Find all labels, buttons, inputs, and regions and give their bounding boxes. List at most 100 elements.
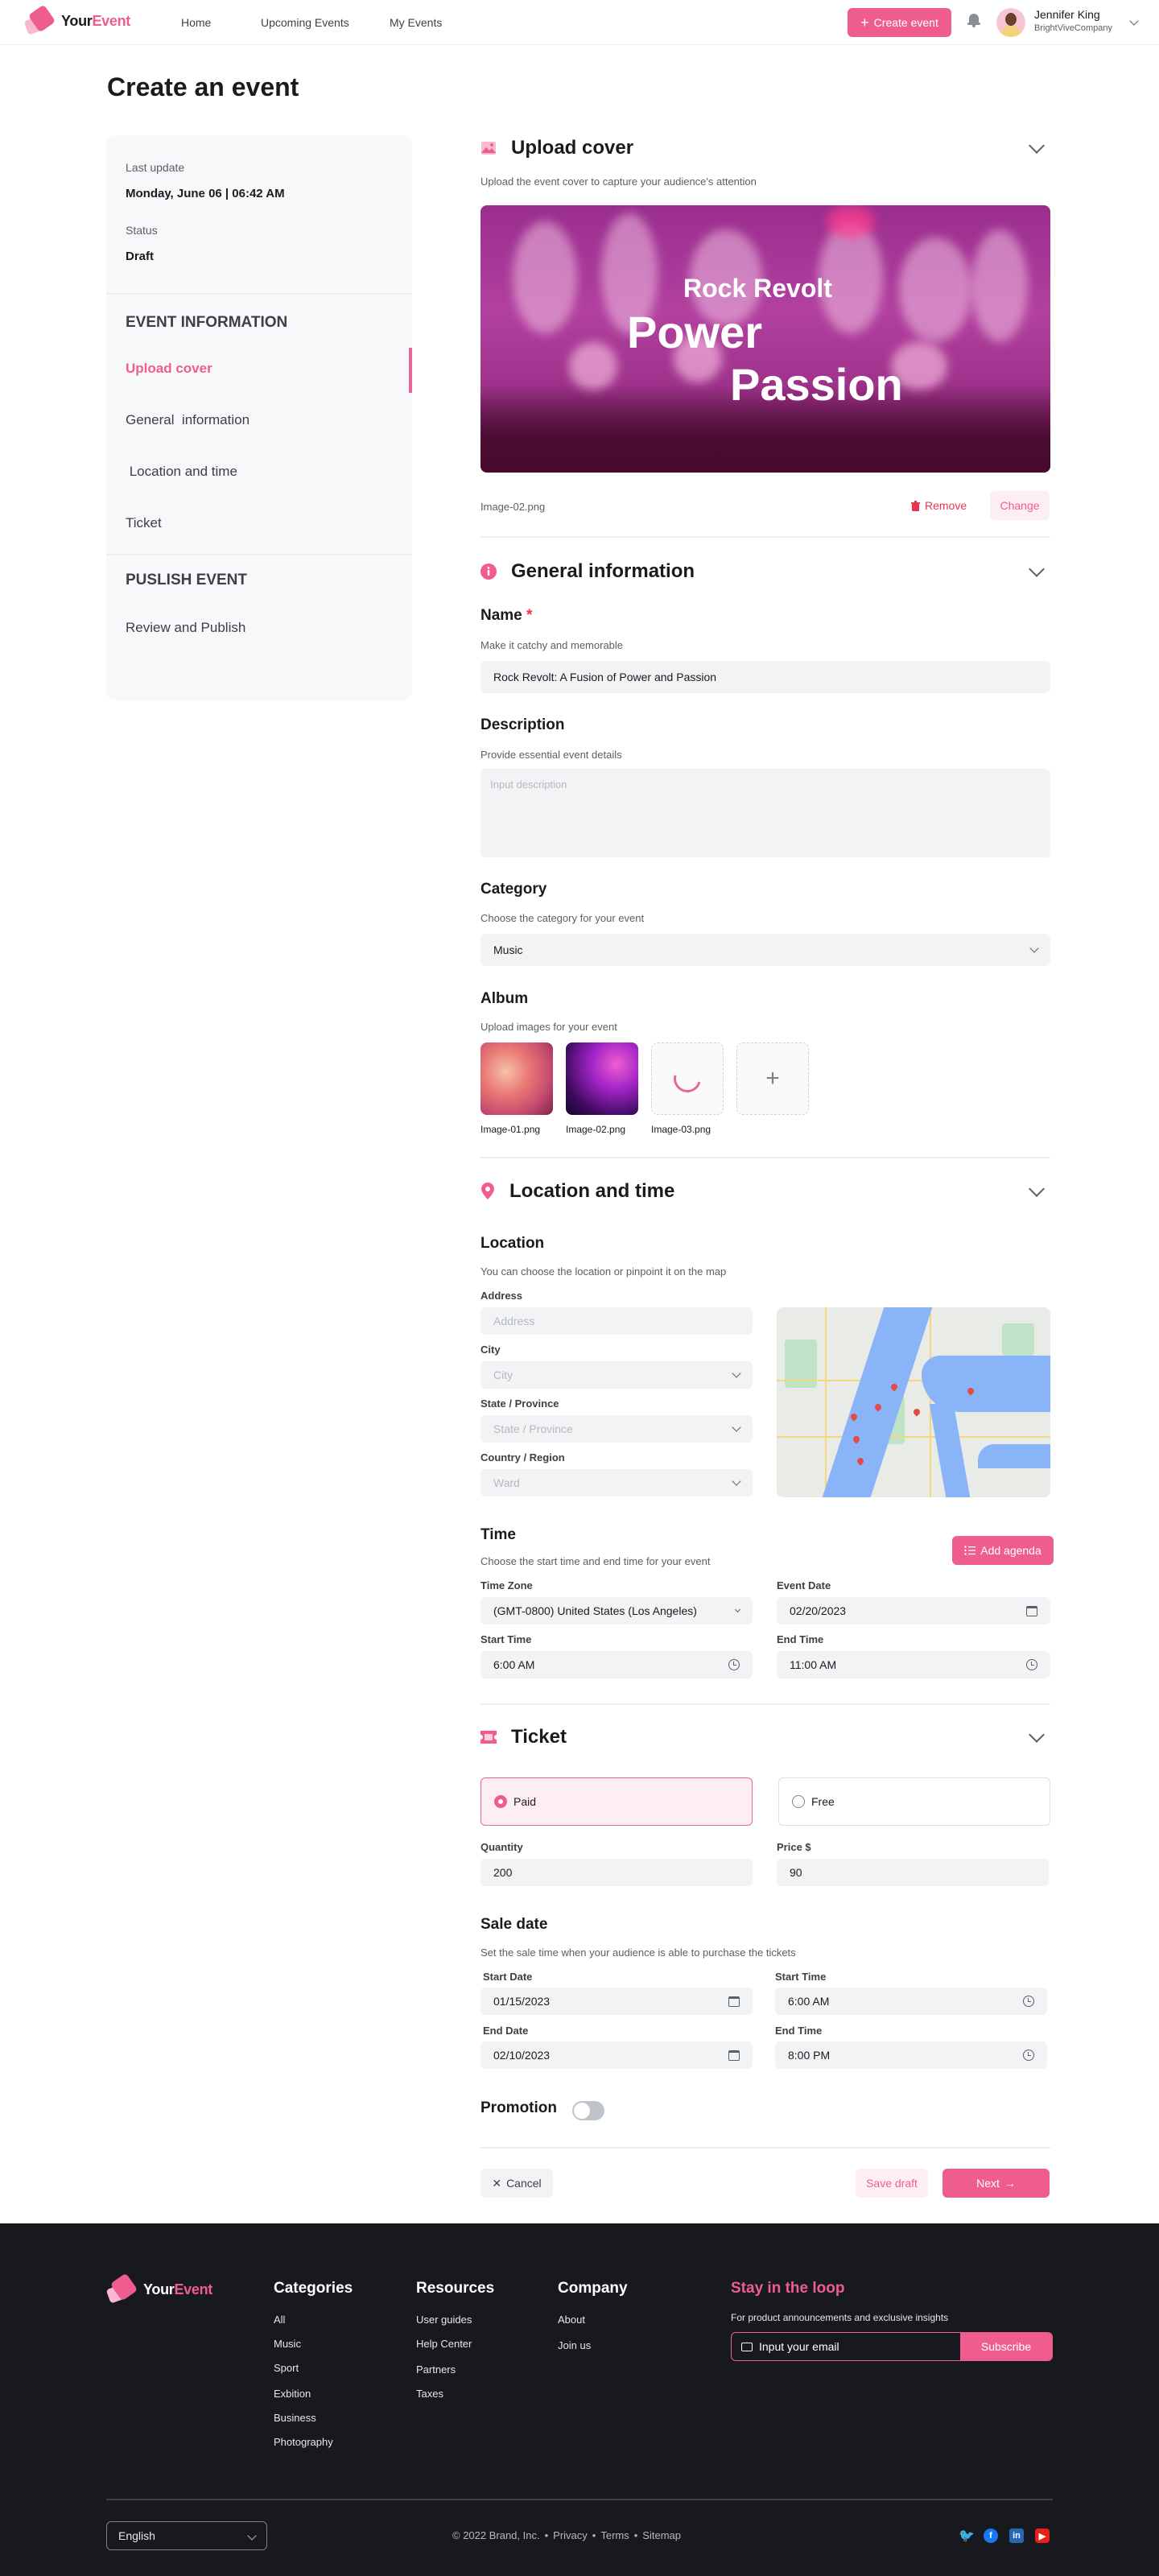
album-thumbnail[interactable] <box>566 1042 638 1115</box>
user-company: BrightViveCompany <box>1034 23 1113 33</box>
ticket-header[interactable]: Ticket <box>481 1723 1050 1752</box>
end-time-input[interactable]: 11:00 AM <box>777 1651 1050 1678</box>
chevron-down-icon[interactable] <box>1029 1181 1045 1197</box>
remove-button[interactable]: Remove <box>911 499 967 512</box>
avatar[interactable] <box>996 8 1025 37</box>
clock-icon[interactable] <box>728 1659 740 1670</box>
clock-icon[interactable] <box>1023 2050 1034 2061</box>
ticket-type-free[interactable]: Free <box>778 1777 1050 1826</box>
privacy-link[interactable]: Privacy <box>553 2529 588 2541</box>
change-button[interactable]: Change <box>990 491 1050 520</box>
footer-link[interactable]: Join us <box>558 2339 591 2351</box>
facebook-icon[interactable]: f <box>984 2529 998 2543</box>
clock-icon[interactable] <box>1026 1659 1037 1670</box>
sitemap-link[interactable]: Sitemap <box>642 2529 681 2541</box>
footer-link[interactable]: Sport <box>274 2362 299 2374</box>
footer-link[interactable]: Partners <box>416 2363 456 2376</box>
start-time-label: Start Time <box>481 1633 532 1645</box>
upload-cover-header[interactable]: Upload cover <box>481 134 1050 163</box>
footer-link[interactable]: About <box>558 2314 585 2326</box>
footer-link[interactable]: Taxes <box>416 2388 443 2400</box>
close-icon: ✕ <box>492 2176 502 2190</box>
create-event-button[interactable]: + Create event <box>848 8 951 37</box>
footer-link[interactable]: Photography <box>274 2436 333 2448</box>
bell-icon[interactable] <box>967 13 980 27</box>
location-and-time-header[interactable]: Location and time <box>481 1177 1050 1206</box>
category-select[interactable]: Music <box>481 934 1050 966</box>
brand-logo[interactable]: YourEvent <box>23 4 130 35</box>
newsletter-hint: For product announcements and exclusive … <box>731 2312 949 2323</box>
sidebar-item-ticket[interactable]: Ticket <box>126 515 162 531</box>
price-input[interactable]: 90 <box>777 1859 1049 1886</box>
footer-brand-logo[interactable]: YourEvent <box>105 2273 212 2304</box>
divider <box>481 1703 1050 1705</box>
calendar-icon[interactable] <box>728 1996 740 2007</box>
sidebar-item-location-and-time[interactable]: Location and time <box>126 464 237 480</box>
description-textarea[interactable]: Input description <box>481 769 1050 857</box>
list-icon <box>964 1546 976 1555</box>
youtube-icon[interactable]: ▶ <box>1035 2529 1050 2543</box>
name-input[interactable]: Rock Revolt: A Fusion of Power and Passi… <box>481 661 1050 693</box>
state-placeholder: State / Province <box>493 1422 573 1435</box>
start-time-value: 6:00 AM <box>493 1658 535 1671</box>
footer-link[interactable]: Help Center <box>416 2338 472 2350</box>
ticket-type-paid[interactable]: Paid <box>481 1777 753 1826</box>
calendar-icon[interactable] <box>728 2050 740 2061</box>
ticket-logo-icon <box>23 4 56 35</box>
email-input[interactable]: Input your email <box>732 2333 960 2360</box>
sidebar-item-general-information[interactable]: General information <box>126 412 250 428</box>
linkedin-icon[interactable]: in <box>1009 2529 1024 2543</box>
album-add-button[interactable]: + <box>736 1042 809 1115</box>
subscribe-button[interactable]: Subscribe <box>960 2333 1052 2360</box>
nav-home[interactable]: Home <box>181 16 211 29</box>
address-input[interactable]: Address <box>481 1307 753 1335</box>
album-caption: Image-01.png <box>481 1124 541 1135</box>
sidebar-item-review-and-publish[interactable]: Review and Publish <box>126 620 245 636</box>
sidebar-item-upload-cover[interactable]: Upload cover <box>126 361 212 377</box>
sale-start-time-input[interactable]: 6:00 AM <box>775 1988 1047 2015</box>
footer-link[interactable]: Business <box>274 2412 316 2424</box>
loading-spinner-icon <box>668 1059 707 1098</box>
location-map[interactable] <box>777 1307 1050 1497</box>
footer-link[interactable]: All <box>274 2314 285 2326</box>
terms-link[interactable]: Terms <box>600 2529 629 2541</box>
chevron-down-icon[interactable] <box>1029 1727 1045 1743</box>
next-button[interactable]: Next → <box>942 2169 1050 2198</box>
calendar-icon[interactable] <box>1026 1605 1037 1616</box>
album-thumbnail[interactable] <box>481 1042 553 1115</box>
state-select[interactable]: State / Province <box>481 1415 753 1443</box>
user-menu-chevron-icon[interactable] <box>1129 16 1139 26</box>
sale-end-date-input[interactable]: 02/10/2023 <box>481 2041 753 2069</box>
footer-link[interactable]: User guides <box>416 2314 472 2326</box>
category-value: Music <box>493 943 523 956</box>
clock-icon[interactable] <box>1023 1996 1034 2007</box>
general-information-header[interactable]: General information <box>481 557 1050 586</box>
time-zone-select[interactable]: (GMT-0800) United States (Los Angeles) <box>481 1597 753 1624</box>
add-agenda-button[interactable]: Add agenda <box>952 1536 1054 1565</box>
sale-start-date-input[interactable]: 01/15/2023 <box>481 1988 753 2015</box>
mail-icon <box>741 2342 753 2351</box>
paid-label: Paid <box>514 1795 537 1808</box>
chevron-down-icon[interactable] <box>1029 561 1045 577</box>
end-time-label: End Time <box>777 1633 824 1645</box>
save-draft-button[interactable]: Save draft <box>856 2169 928 2198</box>
event-date-input[interactable]: 02/20/2023 <box>777 1597 1050 1624</box>
footer-link[interactable]: Exbition <box>274 2388 311 2400</box>
nav-my-events[interactable]: My Events <box>390 16 442 29</box>
nav-upcoming-events[interactable]: Upcoming Events <box>261 16 349 29</box>
sale-end-time-label: End Time <box>775 2025 823 2037</box>
country-select[interactable]: Ward <box>481 1469 753 1496</box>
sale-end-time-input[interactable]: 8:00 PM <box>775 2041 1047 2069</box>
language-select[interactable]: English <box>106 2521 267 2550</box>
quantity-input[interactable]: 200 <box>481 1859 753 1886</box>
user-name: Jennifer King <box>1034 8 1100 21</box>
create-event-label: Create event <box>873 16 938 29</box>
promotion-toggle[interactable] <box>572 2101 604 2120</box>
chevron-down-icon[interactable] <box>1029 138 1045 154</box>
cancel-button[interactable]: ✕ Cancel <box>481 2169 553 2198</box>
city-select[interactable]: City <box>481 1361 753 1389</box>
footer-link[interactable]: Music <box>274 2338 301 2350</box>
start-time-input[interactable]: 6:00 AM <box>481 1651 753 1678</box>
sidebar: Last update Monday, June 06 | 06:42 AM S… <box>106 135 412 700</box>
twitter-icon[interactable]: 🐦 <box>959 2529 975 2543</box>
